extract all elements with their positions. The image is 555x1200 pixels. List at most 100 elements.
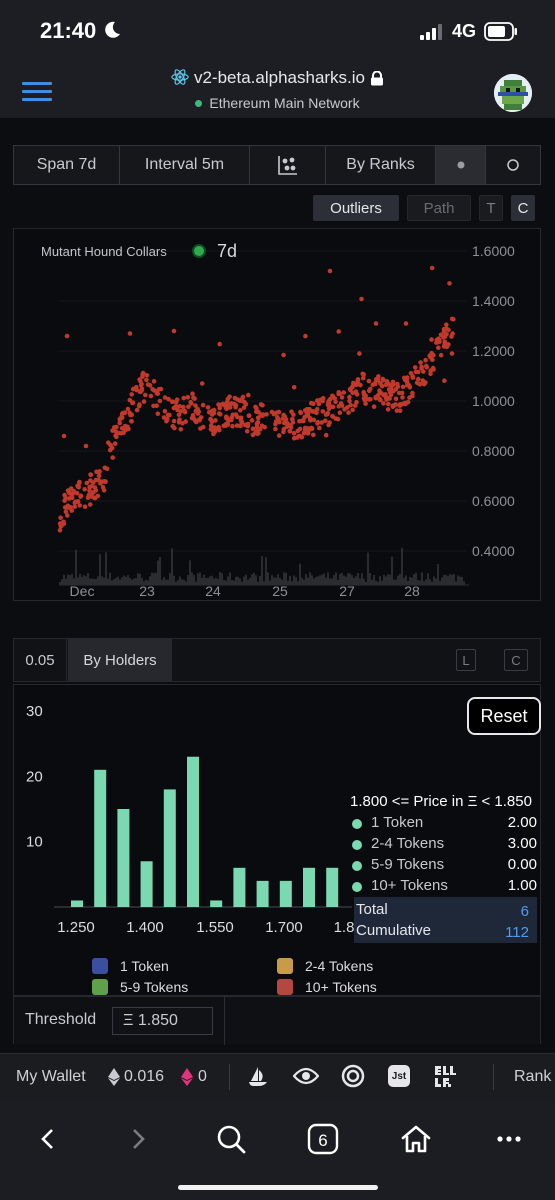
status-time: 21:40 xyxy=(40,18,97,43)
histogram-bar[interactable]: 1.550: 1 xyxy=(210,900,223,907)
holders-bar-chart[interactable]: 30 20 10 1.250: 1 1.300: 21 1.350: 15 1.400: 7… xyxy=(13,684,541,996)
tabs-button[interactable]: 6 xyxy=(306,1119,340,1159)
scatter-point xyxy=(281,352,286,358)
scatter-point xyxy=(393,396,399,402)
reset-button[interactable]: Reset xyxy=(467,697,541,735)
histogram-bar[interactable]: 1.450: 18 xyxy=(163,789,176,907)
scatter-point xyxy=(314,410,319,416)
scatter-point xyxy=(140,371,145,377)
scatter-point xyxy=(320,398,325,404)
back-button[interactable] xyxy=(32,1119,62,1159)
scatter-point xyxy=(410,374,415,379)
rank-link[interactable]: Rank xyxy=(514,1068,551,1086)
tooltip-row-label: 10+ Tokens xyxy=(371,877,448,894)
scatter-point xyxy=(396,390,402,396)
scatter-point xyxy=(388,385,394,390)
histogram-bar[interactable]: 1.250: 1 xyxy=(71,900,83,907)
scatter-point xyxy=(281,420,287,426)
scatter-point xyxy=(194,419,199,425)
search-button[interactable] xyxy=(214,1119,248,1159)
scatter-point xyxy=(259,423,265,429)
url-text: v2-beta.alphasharks.io xyxy=(193,68,366,87)
address-bar[interactable]: v2-beta.alphasharks.io xyxy=(0,68,555,88)
scatter-point xyxy=(101,488,107,493)
scatter-point xyxy=(188,399,193,405)
threshold-input[interactable]: Ξ 1.850 xyxy=(112,1007,213,1035)
histogram-bar[interactable]: 1.600: 6 xyxy=(233,867,246,907)
svg-text:6: 6 xyxy=(318,1131,327,1150)
legend-label: 5-9 Tokens xyxy=(120,979,189,995)
scatter-point xyxy=(403,321,409,326)
scatter-point xyxy=(341,390,347,395)
by-ranks-button[interactable]: By Ranks xyxy=(326,146,436,184)
tooltip-row-value: 1.00 xyxy=(507,877,537,894)
scatter-point xyxy=(93,488,99,493)
looksrare-icon[interactable] xyxy=(341,1064,365,1088)
c-toggle-holders[interactable]: C xyxy=(504,649,528,671)
opensea-icon[interactable] xyxy=(246,1064,270,1088)
span-button[interactable]: Span 7d xyxy=(14,146,120,184)
sudoswap-icon[interactable]: Jst xyxy=(388,1065,410,1087)
outliers-toggle[interactable]: Outliers xyxy=(313,195,399,221)
more-button[interactable] xyxy=(494,1119,524,1159)
hollow-dot-toggle[interactable] xyxy=(486,146,540,184)
histogram-bar[interactable]: 1.700: 4 xyxy=(279,880,292,907)
scatter-point xyxy=(180,421,185,426)
histogram-bar[interactable]: 1.300: 21 xyxy=(94,769,107,907)
y-tick-label: 0.6000 xyxy=(472,493,515,509)
scatter-point xyxy=(412,365,418,370)
scatter-point xyxy=(255,431,260,437)
interval-button[interactable]: Interval 5m xyxy=(120,146,250,184)
scatter-point xyxy=(150,387,155,392)
eye-icon[interactable] xyxy=(293,1064,319,1088)
scatter-point xyxy=(148,393,154,399)
legend-item[interactable]: 1 Token xyxy=(92,957,169,975)
price-scatter-chart[interactable]: 1.6000 1.4000 1.2000 1.0000 0.8000 0.6000 0.40… xyxy=(13,228,541,601)
legend-item[interactable]: 10+ Tokens xyxy=(277,978,377,996)
scatter-point xyxy=(174,397,180,402)
l-toggle[interactable]: L xyxy=(456,649,476,671)
scatter-point xyxy=(190,413,196,418)
home-indicator xyxy=(178,1185,378,1190)
scatter-point xyxy=(192,396,197,401)
more-dots-icon xyxy=(497,1136,521,1142)
scatter-point xyxy=(290,417,295,422)
histogram-bar[interactable]: 1.750: 6 xyxy=(303,867,315,907)
histogram-bar[interactable]: 1.400: 7 xyxy=(140,861,153,907)
scatter-point xyxy=(134,387,139,393)
scatter-point xyxy=(350,407,355,413)
threshold-chip[interactable]: 0.05 xyxy=(14,639,67,681)
c-toggle[interactable]: C xyxy=(511,195,535,221)
browser-header: 21:40 4G v2-beta.alphasharks.io Ethereum… xyxy=(0,0,555,118)
path-toggle[interactable]: Path xyxy=(407,195,471,221)
t-toggle[interactable]: T xyxy=(479,195,503,221)
moon-icon xyxy=(105,21,120,38)
filled-dot-toggle[interactable] xyxy=(436,146,486,184)
histogram-bar[interactable]: 1.650: 4 xyxy=(256,880,269,907)
scatter-point xyxy=(395,381,400,387)
scatter-point xyxy=(185,395,191,400)
scatter-point xyxy=(88,472,93,477)
avatar[interactable] xyxy=(494,74,532,112)
chart-toolbar: Span 7d Interval 5m By Ranks xyxy=(13,145,541,185)
legend-item[interactable]: 2-4 Tokens xyxy=(277,957,373,975)
tooltip-row-value: 2.00 xyxy=(507,814,537,831)
scatter-point xyxy=(181,395,186,401)
blur-icon[interactable] xyxy=(434,1065,458,1089)
total-label: Total xyxy=(356,901,388,918)
scatter-view-button[interactable] xyxy=(250,146,326,184)
legend-item[interactable]: 5-9 Tokens xyxy=(92,978,188,996)
tooltip-row-value: 3.00 xyxy=(507,835,537,852)
forward-button[interactable] xyxy=(124,1119,154,1159)
histogram-bar[interactable]: 1.350: 15 xyxy=(117,809,130,907)
scatter-point xyxy=(390,379,396,385)
scatter-point xyxy=(359,296,364,302)
histogram-bar[interactable]: 1.800: 6 xyxy=(326,867,339,907)
scatter-svg[interactable]: 1.6000 1.4000 1.2000 1.0000 0.8000 0.6000 0.40… xyxy=(14,229,542,602)
by-holders-tab[interactable]: By Holders xyxy=(68,639,172,681)
tooltip-row-label: 1 Token xyxy=(371,814,424,831)
scatter-point xyxy=(172,425,177,431)
scatter-point xyxy=(302,414,307,420)
home-button[interactable] xyxy=(398,1119,434,1159)
histogram-bar[interactable]: 1.500: 23 xyxy=(187,756,199,907)
